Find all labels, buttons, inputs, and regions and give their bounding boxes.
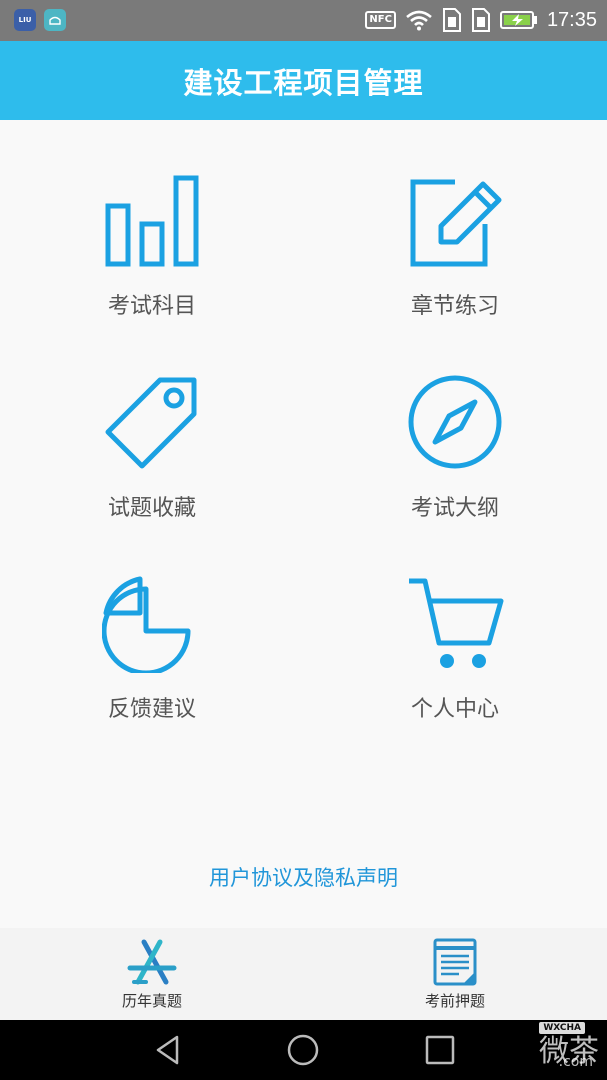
- app-icon-1: LIU: [14, 9, 36, 31]
- recents-icon[interactable]: [424, 1034, 456, 1066]
- back-icon[interactable]: [153, 1034, 185, 1066]
- system-nav-bar: 微茶 WXCHA .com: [0, 1020, 607, 1080]
- clock: 17:35: [546, 8, 597, 31]
- wifi-icon: [406, 10, 432, 31]
- tab-label: 历年真题: [121, 992, 182, 1010]
- tab-predicted-questions[interactable]: 考前押题: [355, 928, 555, 1020]
- title-bar: 建设工程项目管理: [0, 41, 607, 120]
- grid-item-label: 考试科目: [107, 294, 196, 319]
- grid-item-chapter-practice[interactable]: 章节练习: [355, 170, 555, 340]
- grid-item-exam-subjects[interactable]: 考试科目: [52, 170, 252, 340]
- compass-icon: [408, 375, 502, 469]
- status-bar: LIU NFC 17:35: [0, 0, 607, 41]
- tab-past-exams[interactable]: 历年真题: [52, 928, 252, 1020]
- grid-item-label: 试题收藏: [107, 496, 196, 521]
- grid-item-label: 反馈建议: [107, 697, 196, 722]
- sim2-icon: [471, 8, 490, 32]
- nfc-icon: NFC: [365, 11, 396, 29]
- agreement-link[interactable]: 用户协议及隐私声明: [0, 862, 607, 892]
- grid-item-feedback[interactable]: 反馈建议: [52, 573, 252, 743]
- bottom-tab-bar: 历年真题 考前押题: [0, 928, 607, 1020]
- grid-item-syllabus[interactable]: 考试大纲: [355, 372, 555, 542]
- cart-icon: [409, 578, 504, 668]
- grid-item-label: 考试大纲: [410, 496, 499, 521]
- watermark-suffix: .com: [558, 1054, 593, 1070]
- page-title: 建设工程项目管理: [183, 65, 424, 100]
- grid-item-label: 章节练习: [410, 294, 499, 319]
- bar-chart-icon: [105, 175, 199, 267]
- app-store-icon: [127, 939, 177, 985]
- app-icon-2: [44, 9, 66, 31]
- grid-item-profile[interactable]: 个人中心: [355, 573, 555, 743]
- grid-item-label: 个人中心: [410, 697, 499, 722]
- status-notifications: LIU: [14, 9, 66, 31]
- tag-icon: [105, 377, 197, 469]
- grid-item-favorites[interactable]: 试题收藏: [52, 372, 252, 542]
- battery-charging-icon: [499, 11, 537, 29]
- tab-label: 考前押题: [424, 992, 485, 1010]
- status-indicators: NFC 17:35: [365, 7, 597, 33]
- watermark-badge: WXCHA: [539, 1022, 585, 1034]
- home-icon[interactable]: [287, 1034, 319, 1066]
- pie-chart-icon: [102, 576, 191, 673]
- notepad-icon: [433, 938, 477, 986]
- sim1-icon: [442, 8, 461, 32]
- edit-icon: [410, 179, 502, 267]
